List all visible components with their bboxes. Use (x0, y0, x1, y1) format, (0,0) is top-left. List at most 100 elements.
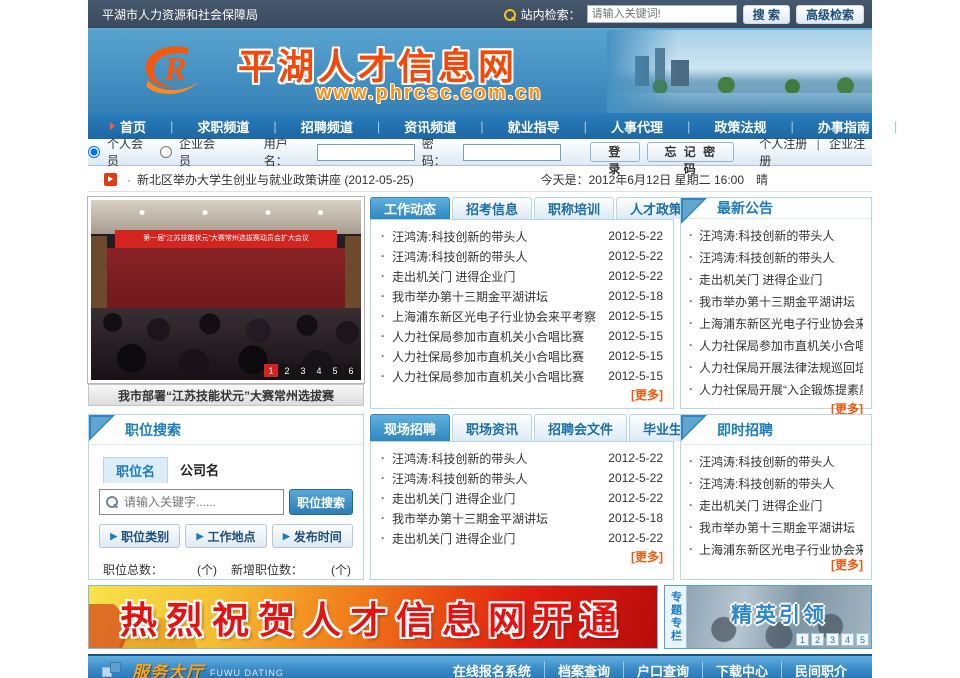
advanced-search-button[interactable]: 高级检索 (796, 5, 864, 24)
cubes-icon (102, 661, 124, 678)
announcements-title: 最新公告 (717, 198, 773, 218)
banner-page-5[interactable]: 5 (856, 633, 869, 646)
news-item[interactable]: 汪鸿涛:科技创新的带头人2012-5-22 (377, 246, 663, 266)
photo-banner-text: 第一届“江苏技能状元”大赛常州选拔赛动员会扩大会议 (115, 230, 337, 248)
filter-work-location-button[interactable]: ▶工作地点 (185, 524, 266, 548)
panel-corner-icon (681, 198, 707, 224)
triangle-icon: ▶ (197, 531, 204, 542)
nav-item-policy[interactable]: 政策法规 (675, 117, 778, 136)
photo-caption[interactable]: 我市部署“江苏技能状元”大赛常州选拔赛 (88, 384, 364, 406)
photo-page-1[interactable]: 1 (264, 364, 278, 377)
login-button[interactable]: 登 录 (590, 142, 640, 162)
special-column-label: 专题专栏 (668, 591, 684, 643)
news-item[interactable]: 汪鸿涛:科技创新的带头人2012-5-22 (377, 468, 663, 488)
link-download-center[interactable]: 下载中心 (702, 661, 781, 678)
company-member-radio[interactable] (160, 146, 172, 158)
instant-recruit-more-link[interactable]: [更多] (831, 558, 863, 572)
content-row-1: 第一届“江苏技能状元”大赛常州选拔赛动员会扩大会议 1 2 3 4 5 6 我市… (88, 197, 872, 409)
banner-page-4[interactable]: 4 (841, 633, 854, 646)
photo-page-2[interactable]: 2 (280, 364, 294, 377)
tab-company-name[interactable]: 公司名 (168, 457, 231, 483)
news-item[interactable]: 人力社保局参加市直机关小合唱比赛2012-5-15 (377, 326, 663, 346)
tab-position-name[interactable]: 职位名 (103, 457, 168, 483)
username-label: 用户名： (264, 135, 310, 169)
personal-member-radio[interactable] (88, 146, 100, 158)
filter-publish-time-button[interactable]: ▶发布时间 (272, 524, 353, 548)
news-item[interactable]: 上海浦东新区光电子行业协会来平考察2012-5-15 (377, 306, 663, 326)
news-item[interactable]: 汪鸿涛:科技创新的带头人2012-5-22 (377, 226, 663, 246)
triangle-icon: ▶ (283, 531, 290, 542)
recruit-news-more-link[interactable]: [更多] (631, 550, 663, 564)
news-item[interactable]: 我市举办第十三期金平湖讲坛2012-5-18 (377, 286, 663, 306)
news-item[interactable]: 人力社保局参加市直机关小合唱比赛2012-5-15 (377, 346, 663, 366)
nav-item-interactive[interactable]: 互动平台 (882, 117, 960, 136)
announcement-item[interactable]: 走出机关门 进得企业门 (685, 268, 863, 290)
forgot-password-button[interactable]: 忘 记 密 码 (647, 142, 734, 162)
news-item[interactable]: 走出机关门 进得企业门2012-5-22 (377, 488, 663, 508)
filter-job-category-button[interactable]: ▶职位类别 (99, 524, 180, 548)
banner-row: 热烈祝贺人才信息网开通 专题专栏 精英引领 1 2 3 4 5 (88, 585, 872, 649)
instant-item[interactable]: 汪鸿涛:科技创新的带头人 (685, 472, 863, 494)
nav-item-service-guide[interactable]: 办事指南 (778, 117, 881, 136)
photo-page-6[interactable]: 6 (344, 364, 358, 377)
instant-item[interactable]: 走出机关门 进得企业门 (685, 494, 863, 516)
ticker-news-link[interactable]: 新北区举办大学生创业与就业政策讲座 (2012-05-25) (137, 171, 414, 188)
tab-jobfair-files[interactable]: 招聘会文件 (534, 414, 627, 441)
banner-page-3[interactable]: 3 (826, 633, 839, 646)
instant-recruit-title: 即时招聘 (717, 420, 773, 440)
news-item[interactable]: 人力社保局参加市直机关小合唱比赛2012-5-15 (377, 366, 663, 386)
announcement-item[interactable]: 汪鸿涛:科技创新的带头人 (685, 246, 863, 268)
photo-page-4[interactable]: 4 (312, 364, 326, 377)
job-search-panel: 职位搜索 职位名 公司名 职位搜索 ▶职位类别 ▶工作地点 ▶发布时间 职 (88, 414, 364, 580)
celebration-banner[interactable]: 热烈祝贺人才信息网开通 (88, 585, 658, 649)
nav-item-recruit[interactable]: 招聘频道 (261, 117, 364, 136)
announcement-item[interactable]: 人力社保局开展法律法规巡回培训 (685, 356, 863, 378)
tab-work-news[interactable]: 工作动态 (370, 197, 450, 219)
announcement-item[interactable]: 人力社保局参加市直机关小合唱比赛 (685, 334, 863, 356)
tab-onsite-recruit[interactable]: 现场招聘 (370, 414, 450, 441)
username-field[interactable] (317, 144, 415, 161)
news-item[interactable]: 走出机关门 进得企业门2012-5-22 (377, 266, 663, 286)
announcement-item[interactable]: 汪鸿涛:科技创新的带头人 (685, 224, 863, 246)
banner-page-1[interactable]: 1 (796, 633, 809, 646)
register-links: 个人注册 | 企业注册 (759, 135, 872, 169)
news-item[interactable]: 汪鸿涛:科技创新的带头人2012-5-22 (377, 448, 663, 468)
news-item[interactable]: 我市举办第十三期金平湖讲坛2012-5-18 (377, 508, 663, 528)
panel-corner-icon (681, 415, 707, 441)
tab-exam-info[interactable]: 招考信息 (452, 197, 532, 219)
special-column-banner[interactable]: 专题专栏 精英引领 1 2 3 4 5 (664, 585, 872, 649)
nav-item-jobseek[interactable]: 求职频道 (158, 117, 261, 136)
work-news-more-link[interactable]: [更多] (631, 388, 663, 402)
password-field[interactable] (463, 144, 561, 161)
news-item[interactable]: 走出机关门 进得企业门2012-5-22 (377, 528, 663, 548)
search-button[interactable]: 搜 索 (743, 5, 790, 24)
instant-item[interactable]: 汪鸿涛:科技创新的带头人 (685, 450, 863, 472)
job-search-button[interactable]: 职位搜索 (289, 489, 353, 515)
news-photo[interactable]: 第一届“江苏技能状元”大赛常州选拔赛动员会扩大会议 1 2 3 4 5 6 (88, 197, 364, 383)
announcement-item[interactable]: 我市举办第十三期金平湖讲坛 (685, 290, 863, 312)
keyword-input[interactable] (124, 495, 283, 509)
content-row-2: 职位搜索 职位名 公司名 职位搜索 ▶职位类别 ▶工作地点 ▶发布时间 职 (88, 414, 872, 580)
photo-page-5[interactable]: 5 (328, 364, 342, 377)
instant-item[interactable]: 我市举办第十三期金平湖讲坛 (685, 516, 863, 538)
announcement-item[interactable]: 人力社保局开展“入企锻炼提素质” (685, 378, 863, 400)
tab-career-info[interactable]: 职场资讯 (452, 414, 532, 441)
photo-page-3[interactable]: 3 (296, 364, 310, 377)
banner-page-2[interactable]: 2 (811, 633, 824, 646)
nav-item-info[interactable]: 资讯频道 (365, 117, 468, 136)
announcement-item[interactable]: 上海浦东新区光电子行业协会来平考 (685, 312, 863, 334)
link-archive-query[interactable]: 档案查询 (544, 661, 623, 678)
news-ticker: · 新北区举办大学生创业与就业政策讲座 (2012-05-25) 今天是：201… (88, 168, 872, 192)
tab-title-training[interactable]: 职称培训 (534, 197, 614, 219)
site-url: www.phrcsc.com.cn (316, 82, 543, 105)
nav-item-guidance[interactable]: 就业指导 (468, 117, 571, 136)
site-search-input[interactable] (587, 5, 737, 23)
nav-item-hr-agency[interactable]: 人事代理 (572, 117, 675, 136)
link-private-agency[interactable]: 民间职介 (781, 661, 860, 678)
service-links: 在线报名系统 档案查询 户口查询 下载中心 民间职介 (440, 661, 860, 678)
link-hukou-query[interactable]: 户口查询 (623, 661, 702, 678)
nav-item-home[interactable]: 首页 (98, 117, 158, 136)
personal-register-link[interactable]: 个人注册 (759, 137, 807, 151)
org-name: 平湖市人力资源和社会保障局 (102, 6, 258, 23)
link-online-registration[interactable]: 在线报名系统 (440, 661, 544, 678)
